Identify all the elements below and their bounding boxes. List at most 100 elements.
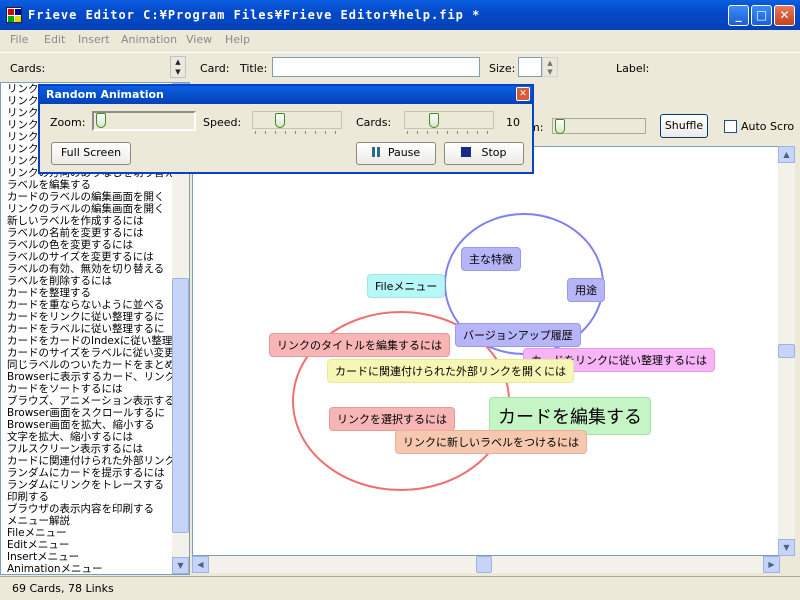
status-bar: 69 Cards, 78 Links xyxy=(0,576,800,600)
list-item[interactable]: Browser画面をスクロールするに xyxy=(1,407,174,419)
list-item[interactable]: カードをリンクに従い整理するに xyxy=(1,311,174,323)
list-item[interactable]: 同じラベルのついたカードをまとめる xyxy=(1,359,174,371)
card-label: Card: xyxy=(200,62,230,75)
card-add-link-label[interactable]: リンクに新しいラベルをつけるには xyxy=(395,430,587,454)
list-item[interactable]: ラベルを削除するには xyxy=(1,275,174,287)
slider-knob[interactable] xyxy=(555,119,565,134)
menu-file[interactable]: File xyxy=(10,33,28,46)
list-item[interactable]: 印刷する xyxy=(1,491,174,503)
canvas-hscrollbar[interactable]: ◀ ▶ xyxy=(192,556,780,573)
label-label: Label: xyxy=(616,62,650,75)
list-item[interactable]: ラベルの名前を変更するには xyxy=(1,227,174,239)
list-item[interactable]: 新しいラベルを作成するには xyxy=(1,215,174,227)
list-item[interactable]: 文字を拡大、縮小するには xyxy=(1,431,174,443)
canvas-hscroll-thumb[interactable] xyxy=(476,556,492,573)
canvas-vscrollbar[interactable]: ▲ ▼ xyxy=(778,146,795,556)
cards-label: Cards: xyxy=(10,62,46,75)
size-spinner[interactable]: ▲ ▼ xyxy=(542,57,558,77)
cards-value: 10 xyxy=(506,116,520,129)
maximize-button[interactable]: □ xyxy=(751,5,772,26)
list-item[interactable]: ブラウザの表示内容を印刷する xyxy=(1,503,174,515)
app-icon xyxy=(6,7,22,23)
menu-help[interactable]: Help xyxy=(225,33,250,46)
canvas-scroll-down[interactable]: ▼ xyxy=(778,539,795,556)
list-item[interactable]: カードを重ならないように並べる xyxy=(1,299,174,311)
list-item[interactable]: ラベルの色を変更するには xyxy=(1,239,174,251)
browser-canvas[interactable]: 主な特徴 Fileメニュー 用途 バージョンアップ履歴 カードをリンクに従い整理… xyxy=(192,146,780,556)
menu-edit[interactable]: Edit xyxy=(44,33,65,46)
scroll-thumb[interactable] xyxy=(172,278,189,533)
card-version-history[interactable]: バージョンアップ履歴 xyxy=(455,323,581,347)
card-file-menu[interactable]: Fileメニュー xyxy=(367,274,446,298)
pause-icon xyxy=(371,147,375,157)
list-item[interactable]: Fileメニュー xyxy=(1,527,174,539)
dialog-close-icon[interactable]: ✕ xyxy=(516,87,530,101)
card-select-link[interactable]: リンクを選択するには xyxy=(329,407,455,431)
zoom-slider[interactable] xyxy=(92,111,196,131)
speed-label: Speed: xyxy=(203,116,242,129)
title-input[interactable] xyxy=(272,57,480,77)
stop-button[interactable]: Stop xyxy=(444,142,524,165)
status-text: 69 Cards, 78 Links xyxy=(12,582,114,595)
dialog-title: Random Animation xyxy=(46,88,164,101)
menu-view[interactable]: View xyxy=(186,33,212,46)
zoom-slider-knob[interactable] xyxy=(96,113,106,128)
title-bar: Frieve Editor C:¥Program Files¥Frieve Ed… xyxy=(0,0,800,30)
card-usage[interactable]: 用途 xyxy=(567,278,605,302)
speed-slider[interactable] xyxy=(252,111,342,129)
canvas-scroll-left[interactable]: ◀ xyxy=(192,556,209,573)
list-item[interactable]: カードをカードのIndexに従い整理 xyxy=(1,335,174,347)
list-item[interactable]: ラベルの有効、無効を切り替える xyxy=(1,263,174,275)
random-animation-dialog: Random Animation ✕ Zoom: Speed: Cards: 1… xyxy=(38,84,534,174)
cards-slider-knob[interactable] xyxy=(429,113,439,128)
list-item[interactable]: リンクのラベルの編集画面を開く xyxy=(1,203,174,215)
list-item[interactable]: カードのサイズをラベルに従い変更 xyxy=(1,347,174,359)
menu-bar: File Edit Insert Animation View Help xyxy=(0,30,800,50)
menu-animation[interactable]: Animation xyxy=(121,33,177,46)
list-item[interactable]: ラベルを編集する xyxy=(1,179,174,191)
list-item[interactable]: カードに関連付けられた外部リンク xyxy=(1,455,174,467)
list-item[interactable]: メニュー解説 xyxy=(1,515,174,527)
canvas-scroll-right[interactable]: ▶ xyxy=(763,556,780,573)
browser-zoom-slider[interactable] xyxy=(552,118,646,134)
window-title: Frieve Editor C:¥Program Files¥Frieve Ed… xyxy=(28,8,481,22)
title-label: Title: xyxy=(240,62,268,75)
speed-slider-knob[interactable] xyxy=(275,113,285,128)
list-item[interactable]: カードをソートするには xyxy=(1,383,174,395)
cards-ticks xyxy=(407,131,491,135)
cards-spinner[interactable]: ▲ ▼ xyxy=(170,56,186,78)
zoom-label: Zoom: xyxy=(50,116,86,129)
menu-insert[interactable]: Insert xyxy=(78,33,110,46)
size-input[interactable] xyxy=(518,57,542,77)
list-item[interactable]: カードをラベルに従い整理するに xyxy=(1,323,174,335)
full-screen-button[interactable]: Full Screen xyxy=(51,142,131,165)
card-edit-link-title[interactable]: リンクのタイトルを編集するには xyxy=(269,333,450,357)
cards-slider[interactable] xyxy=(404,111,494,129)
list-item[interactable]: Browserに表示するカード、リンク xyxy=(1,371,174,383)
card-main-features[interactable]: 主な特徴 xyxy=(461,247,521,271)
minimize-button[interactable]: _ xyxy=(728,5,749,26)
list-item[interactable]: ラベルのサイズを変更するには xyxy=(1,251,174,263)
canvas-scroll-up[interactable]: ▲ xyxy=(778,146,795,163)
list-item[interactable]: フルスクリーン表示するには xyxy=(1,443,174,455)
list-item[interactable]: カードを整理する xyxy=(1,287,174,299)
pause-button[interactable]: Pause xyxy=(356,142,436,165)
pause-label: Pause xyxy=(387,146,421,159)
list-item[interactable]: ブラウズ、アニメーション表示する xyxy=(1,395,174,407)
list-item[interactable]: Animationメニュー xyxy=(1,563,174,574)
scroll-down-button[interactable]: ▼ xyxy=(172,557,189,574)
dialog-title-bar: Random Animation ✕ xyxy=(40,86,532,104)
card-open-external-link[interactable]: カードに関連付けられた外部リンクを開くには xyxy=(327,359,574,383)
list-item[interactable]: Browser画面を拡大、縮小する xyxy=(1,419,174,431)
shuffle-button[interactable]: Shuffle xyxy=(660,114,708,138)
stop-icon xyxy=(461,147,472,157)
auto-scroll-checkbox[interactable] xyxy=(724,120,737,133)
list-item[interactable]: カードのラベルの編集画面を開く xyxy=(1,191,174,203)
list-item[interactable]: ランダムにリンクをトレースする xyxy=(1,479,174,491)
canvas-vscroll-thumb[interactable] xyxy=(778,344,795,358)
list-item[interactable]: Editメニュー xyxy=(1,539,174,551)
list-item[interactable]: ランダムにカードを提示するには xyxy=(1,467,174,479)
close-button[interactable]: ✕ xyxy=(774,5,795,26)
auto-scroll-label: Auto Scro xyxy=(741,120,795,133)
list-item[interactable]: Insertメニュー xyxy=(1,551,174,563)
